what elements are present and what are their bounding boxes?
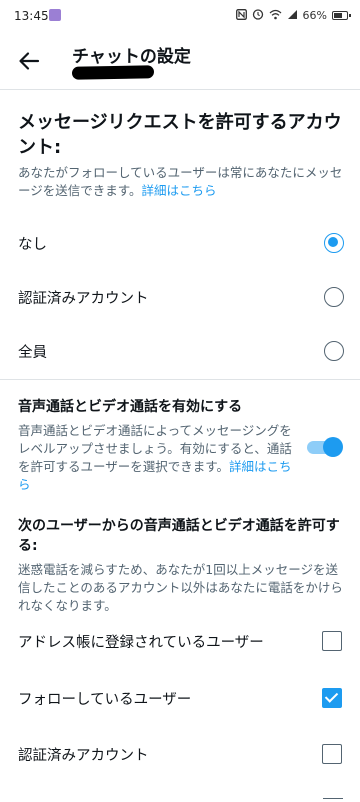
calls-toggle-switch[interactable] [307,437,343,457]
checkbox[interactable] [322,744,342,764]
option-none[interactable]: なし [0,216,360,270]
status-time: 13:45 [14,9,49,23]
nfc-icon [235,8,247,23]
checkbox-row-following[interactable]: フォローしているユーザー [0,671,360,725]
checkbox-checked[interactable] [322,688,342,708]
message-requests-heading: メッセージリクエストを許可するアカウント: [18,112,342,158]
checkbox[interactable] [322,631,342,651]
checkbox-label: アドレス帳に登録されているユーザー [18,635,264,651]
wifi-icon [269,9,282,23]
radio-button[interactable] [324,287,344,307]
app-header: チャットの設定 [0,34,360,90]
allow-calls-description: 迷惑電話を減らすため、あなたが1回以上メッセージを送信したことのあるアカウント以… [18,562,343,613]
redacted-username [71,65,155,80]
toggle-thumb [323,437,343,457]
learn-more-link[interactable]: 詳細はこちら [142,183,217,198]
option-label: 認証済みアカウント [18,291,149,307]
option-label: 全員 [18,345,47,361]
battery-icon [332,11,351,20]
page-title: チャットの設定 [72,47,191,67]
calls-toggle-description: 音声通話とビデオ通話によってメッセージングをレベルアップさせましょう。有効にする… [18,422,298,494]
status-bar: 13:45 66% [0,0,360,34]
radio-button[interactable] [324,341,344,361]
battery-percent: 66% [302,9,327,22]
message-requests-description: あなたがフォローしているユーザーは常にあなたにメッセージを送信できます。詳細はこ… [18,164,344,200]
arrow-left-icon [19,52,40,70]
status-icons: 66% [235,8,351,23]
back-button[interactable] [12,44,46,78]
checkbox-label: フォローしているユーザー [18,692,192,708]
next-checkbox-partial[interactable] [323,798,343,802]
option-verified-accounts[interactable]: 認証済みアカウント [0,270,360,324]
option-label: なし [18,237,47,253]
section-divider [0,379,360,380]
alarm-icon [252,8,264,23]
checkbox-label: 認証済みアカウント [18,748,149,764]
gallery-notification-icon [49,9,61,21]
calls-toggle-title: 音声通話とビデオ通話を有効にする [18,399,243,415]
allow-calls-heading: 次のユーザーからの音声通話とビデオ通話を許可する: [18,518,340,554]
option-everyone[interactable]: 全員 [0,324,360,378]
signal-icon [287,9,298,23]
checkbox-row-verified[interactable]: 認証済みアカウント [0,727,360,781]
checkbox-row-address-book[interactable]: アドレス帳に登録されているユーザー [0,614,360,668]
radio-button-selected[interactable] [324,233,344,253]
